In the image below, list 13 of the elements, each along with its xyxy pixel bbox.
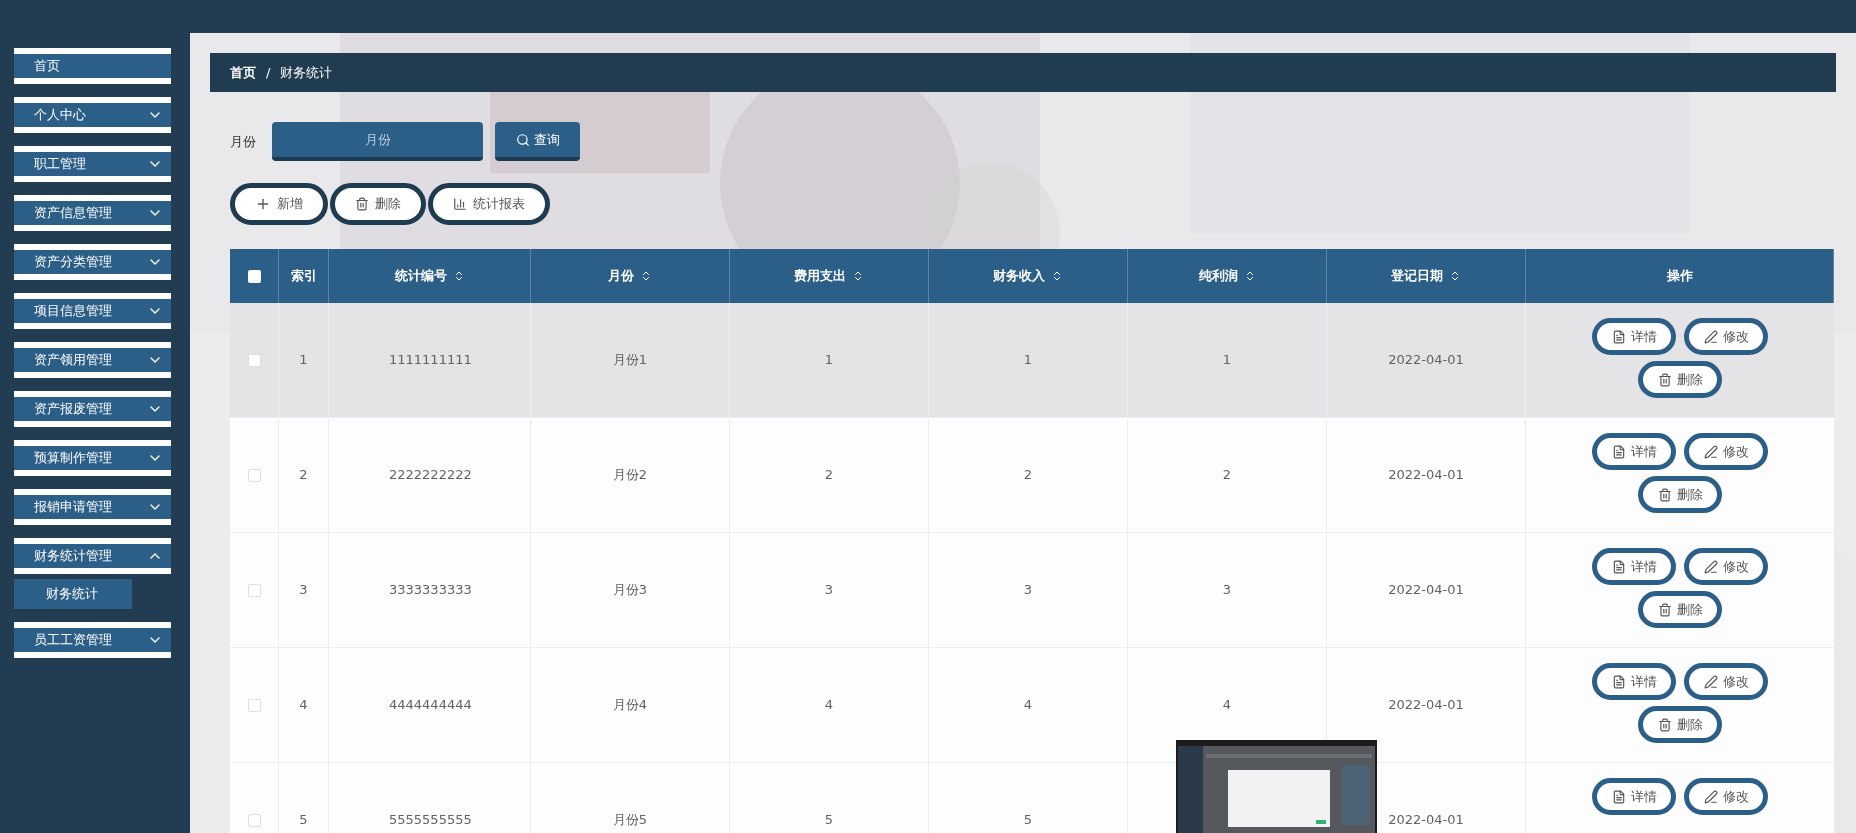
sidebar-item[interactable]: 职工管理: [14, 146, 171, 182]
sidebar-item[interactable]: 项目信息管理: [14, 293, 171, 329]
submenu-item[interactable]: 财务统计: [14, 579, 132, 609]
sidebar-item[interactable]: 资产信息管理: [14, 195, 171, 231]
sidebar-item[interactable]: 个人中心: [14, 97, 171, 133]
sidebar-item[interactable]: 资产报废管理: [14, 391, 171, 427]
sidebar-item[interactable]: 员工工资管理: [14, 622, 171, 658]
sidebar-item[interactable]: 资产领用管理: [14, 342, 171, 378]
sidebar-item[interactable]: 资产分类管理: [14, 244, 171, 280]
sidebar-item[interactable]: 首页: [14, 48, 171, 84]
sidebar-item[interactable]: 预算制作管理: [14, 440, 171, 476]
sidebar-item[interactable]: 财务统计管理: [14, 538, 171, 574]
sidebar-item[interactable]: 报销申请管理: [14, 489, 171, 525]
